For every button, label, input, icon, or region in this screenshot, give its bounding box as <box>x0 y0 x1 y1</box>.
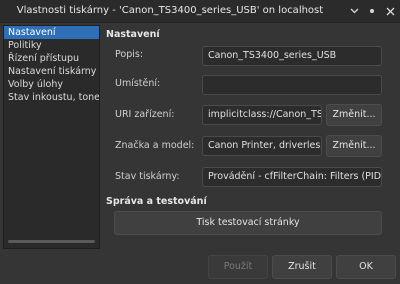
printer-properties-dialog: Vlastnosti tiskárny - 'Canon_TS3400_seri… <box>0 0 400 284</box>
chevron-down-icon[interactable] <box>348 5 360 17</box>
change-uri-button[interactable]: Změnit... <box>326 104 382 126</box>
cancel-button[interactable]: Zrušit <box>272 255 332 279</box>
close-icon[interactable] <box>384 5 396 17</box>
sidebar-item-policies[interactable]: Politiky <box>4 39 99 52</box>
printer-state-label: Stav tiskárny: <box>115 171 180 182</box>
sidebar-item-job-options[interactable]: Volby úlohy <box>4 78 99 91</box>
device-uri-label: URI zařízení: <box>115 109 175 120</box>
sidebar-item-printer-options[interactable]: Nastavení tiskárny <box>4 65 99 78</box>
description-label: Popis: <box>115 49 144 60</box>
settings-category-list: Nastavení Politiky Řízení přístupu Nasta… <box>3 25 100 249</box>
change-make-model-button[interactable]: Změnit... <box>326 135 382 157</box>
location-label: Umístění: <box>115 78 161 89</box>
make-model-label: Značka a model: <box>115 140 195 151</box>
make-model-field[interactable]: Canon Printer, driverless, <box>202 136 322 156</box>
location-field[interactable] <box>202 75 382 95</box>
apply-button[interactable]: Použít <box>208 255 268 279</box>
print-test-page-button[interactable]: Tisk testovací stránky <box>114 211 382 235</box>
title-bar: Vlastnosti tiskárny - 'Canon_TS3400_seri… <box>0 0 400 23</box>
description-field[interactable]: Canon_TS3400_series_USB <box>202 46 382 66</box>
pin-icon[interactable] <box>366 5 378 17</box>
sidebar-horizontal-scrollbar[interactable] <box>8 240 95 243</box>
printer-state-field: Provádění - cfFilterChain: Filters (PID … <box>202 167 382 187</box>
sidebar-item-ink-toner-levels[interactable]: Stav inkoustu, toneru <box>4 91 99 104</box>
sidebar-item-settings[interactable]: Nastavení <box>4 26 99 39</box>
device-uri-field[interactable]: implicitclass://Canon_TS3 <box>202 105 322 125</box>
settings-panel: Nastavení Popis: Canon_TS3400_series_USB… <box>104 25 396 247</box>
ok-button[interactable]: OK <box>336 255 396 279</box>
settings-section-title: Nastavení <box>106 29 160 40</box>
management-section-title: Správa a testování <box>106 196 207 207</box>
sidebar-item-access-control[interactable]: Řízení přístupu <box>4 52 99 65</box>
window-title: Vlastnosti tiskárny - 'Canon_TS3400_seri… <box>16 5 324 16</box>
window-controls <box>348 0 396 22</box>
